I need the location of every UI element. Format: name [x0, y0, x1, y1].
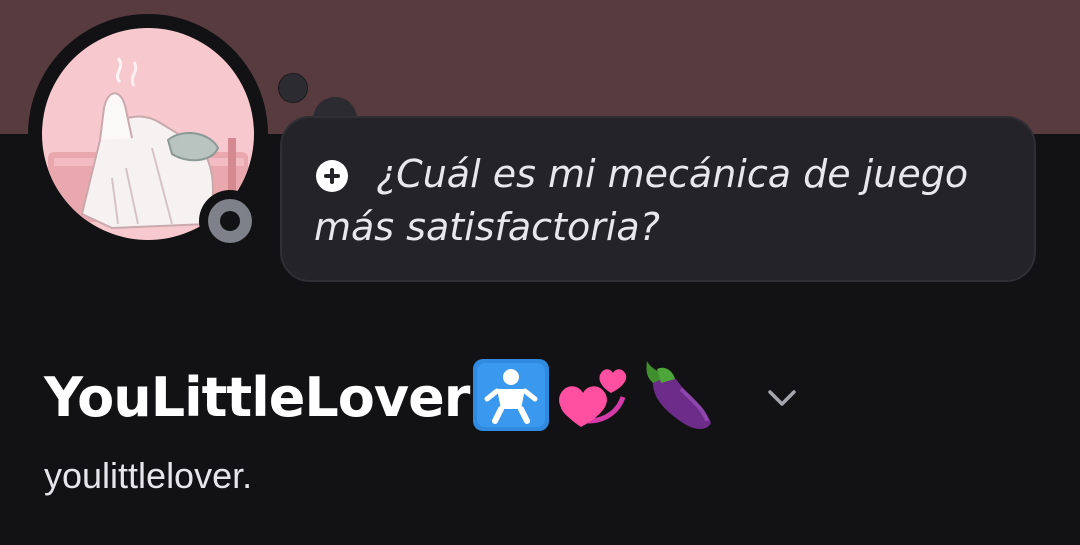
eggplant-icon	[635, 357, 717, 437]
offline-icon	[208, 199, 252, 243]
display-name-text: YouLittleLover	[44, 365, 470, 429]
baby-symbol-icon	[471, 357, 551, 437]
thought-dot-small	[278, 73, 308, 103]
custom-status-text: ¿Cuál es mi mecánica de juego más satisf…	[314, 152, 969, 249]
revolving-hearts-icon	[553, 357, 633, 437]
status-indicator-frame	[199, 190, 261, 252]
chevron-down-icon[interactable]	[766, 384, 798, 412]
username[interactable]: youlittlelover.	[44, 455, 252, 497]
display-name[interactable]: YouLittleLover	[44, 357, 717, 437]
custom-status-bubble[interactable]: ¿Cuál es mi mecánica de juego más satisf…	[280, 116, 1036, 282]
